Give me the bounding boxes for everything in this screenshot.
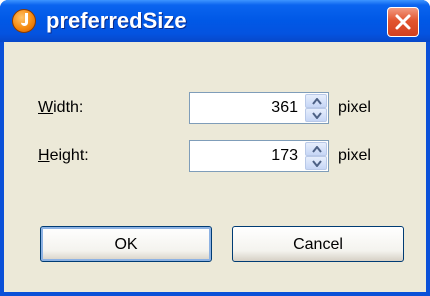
height-spin-buttons xyxy=(305,142,327,170)
width-label: Width: xyxy=(38,99,84,116)
arrow-up-icon xyxy=(312,98,322,105)
height-unit: pixel xyxy=(338,147,371,164)
height-decrement-button[interactable] xyxy=(305,156,327,170)
width-spin-buttons xyxy=(305,94,327,122)
width-increment-button[interactable] xyxy=(305,94,327,108)
window-title: preferredSize xyxy=(46,8,187,33)
height-spinner[interactable]: 173 xyxy=(189,140,329,172)
width-spinner[interactable]: 361 xyxy=(189,92,329,124)
ok-button[interactable]: OK xyxy=(40,226,212,262)
app-icon xyxy=(12,9,36,33)
arrow-down-icon xyxy=(312,112,322,119)
height-label: Height: xyxy=(38,147,89,164)
cancel-button[interactable]: Cancel xyxy=(232,226,404,262)
title-bar[interactable]: preferredSize xyxy=(0,0,430,42)
height-increment-button[interactable] xyxy=(305,142,327,156)
arrow-up-icon xyxy=(312,146,322,153)
close-x-icon xyxy=(395,14,411,30)
width-value[interactable]: 361 xyxy=(271,93,298,123)
close-button[interactable] xyxy=(387,7,419,37)
width-unit: pixel xyxy=(338,99,371,116)
width-decrement-button[interactable] xyxy=(305,108,327,122)
height-value[interactable]: 173 xyxy=(271,141,298,171)
dialog-window: preferredSize Width: 361 pixel Height: 1… xyxy=(0,0,430,296)
dialog-body: Width: 361 pixel Height: 173 pixel OK Ca… xyxy=(4,42,426,292)
arrow-down-icon xyxy=(312,160,322,167)
